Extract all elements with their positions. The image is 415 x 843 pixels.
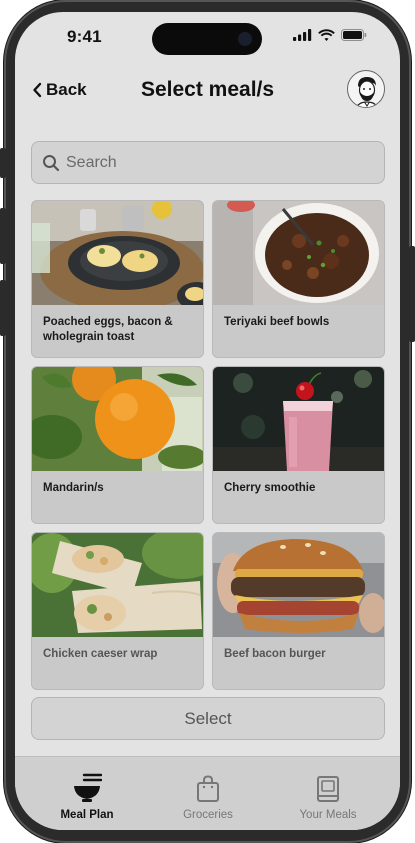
signal-icon — [293, 29, 312, 41]
power-button — [409, 246, 415, 342]
tab-your-meals[interactable]: Your Meals — [273, 771, 383, 821]
search-bar[interactable] — [31, 141, 385, 184]
meal-name: Beef bacon burger — [224, 648, 326, 660]
tab-groceries[interactable]: Groceries — [153, 771, 263, 821]
avatar[interactable] — [347, 70, 385, 108]
tab-bar: Meal Plan Groceries Your Meals — [15, 756, 400, 830]
meal-name: Poached eggs, bacon & wholegrain toast — [43, 316, 173, 343]
tab-meal-plan[interactable]: Meal Plan — [32, 771, 142, 821]
meal-card-cherry-smoothie[interactable]: Cherry smoothie — [212, 366, 385, 524]
meal-photo-cherry-smoothie — [213, 367, 384, 471]
back-button[interactable]: Back — [32, 80, 87, 100]
meal-photo-teriyaki-beef-bowls — [213, 201, 384, 305]
action-button — [0, 148, 6, 178]
meal-photo-poached-eggs — [32, 201, 203, 305]
meal-card-poached-eggs[interactable]: Poached eggs, bacon & wholegrain toast — [31, 200, 204, 358]
volume-up-button — [0, 208, 6, 264]
wifi-icon — [318, 29, 335, 41]
nav-header: Back Select meal/s — [15, 70, 400, 114]
meal-photo-beef-bacon-burger — [213, 533, 384, 637]
chevron-left-icon — [33, 82, 42, 98]
select-button[interactable]: Select — [31, 697, 385, 740]
shopping-bag-icon — [197, 775, 219, 802]
meal-name: Chicken caeser wrap — [43, 648, 158, 660]
camera-icon — [238, 32, 252, 46]
back-label: Back — [46, 80, 87, 99]
volume-down-button — [0, 280, 6, 336]
tab-label: Your Meals — [299, 809, 357, 821]
meal-card-teriyaki-beef-bowls[interactable]: Teriyaki beef bowls — [212, 200, 385, 358]
battery-icon — [341, 29, 367, 41]
search-icon — [43, 154, 60, 171]
tab-label: Groceries — [183, 809, 233, 821]
meal-photo-chicken-caeser-wrap — [32, 533, 203, 637]
search-input[interactable] — [66, 153, 366, 172]
bowl-icon — [74, 773, 102, 802]
tab-label: Meal Plan — [60, 809, 114, 821]
status-time: 9:41 — [67, 27, 102, 46]
book-icon — [317, 776, 339, 802]
meal-card-chicken-caeser-wrap[interactable]: Chicken caeser wrap — [31, 532, 204, 690]
user-avatar-icon — [356, 77, 378, 107]
app-screen: 9:41 Back Select meal/s Search Poached e… — [15, 12, 400, 830]
status-bar: 9:41 — [15, 12, 400, 62]
dynamic-island — [152, 23, 262, 55]
meal-card-mandarins[interactable]: Mandarin/s — [31, 366, 204, 524]
meal-name: Teriyaki beef bowls — [224, 316, 330, 328]
meal-card-beef-bacon-burger[interactable]: Beef bacon burger — [212, 532, 385, 690]
meal-photo-mandarins — [32, 367, 203, 471]
meal-name: Mandarin/s — [43, 482, 104, 494]
meal-name: Cherry smoothie — [224, 482, 316, 494]
